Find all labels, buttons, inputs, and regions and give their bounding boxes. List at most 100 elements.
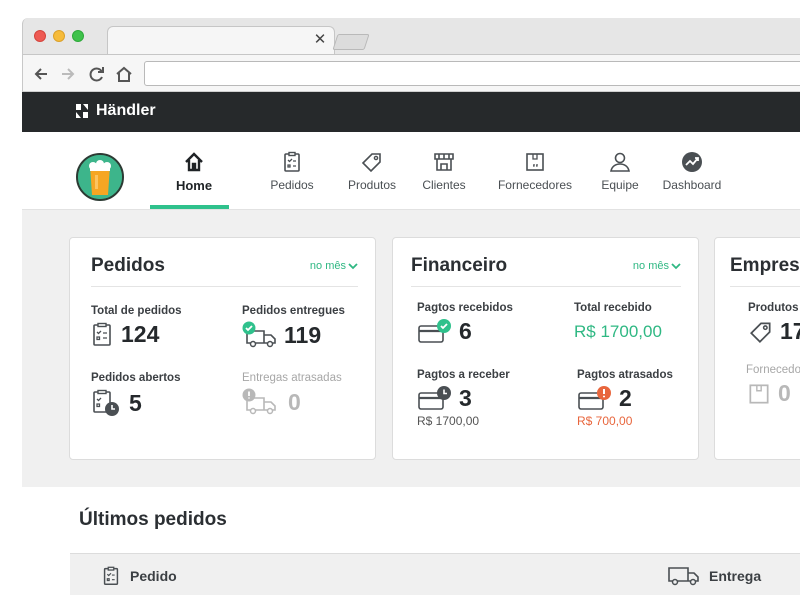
card-paid-icon bbox=[418, 318, 451, 343]
box-icon bbox=[749, 383, 769, 404]
stat-label: Fornecedo bbox=[746, 364, 800, 376]
stat-label: Pagtos a receber bbox=[417, 369, 510, 381]
app-header: Händler bbox=[22, 92, 800, 132]
clipboard-icon bbox=[103, 566, 119, 585]
nav-item-dashboard[interactable]: Dashboard bbox=[662, 150, 722, 192]
brand-logo[interactable]: Händler bbox=[74, 102, 156, 120]
tag-icon bbox=[361, 153, 381, 173]
browser-window-frame: ✕ bbox=[22, 18, 800, 92]
tag-icon bbox=[750, 321, 771, 343]
stat-fornecedores: Fornecedo 0 bbox=[746, 364, 800, 407]
filter-label: no mês bbox=[632, 260, 669, 272]
stat-produtos: Produtos 17 bbox=[748, 302, 800, 345]
stat-pagtos-atrasados: Pagtos atrasados 2 R$ 700,00 bbox=[577, 369, 673, 428]
chart-icon bbox=[682, 152, 702, 172]
card-empresa: Empresa Produtos 17 Fornecedo 0 bbox=[714, 237, 800, 460]
brand-name: Händler bbox=[96, 102, 156, 119]
card-financeiro: Financeiro no mês Pagtos recebidos 6 Tot… bbox=[392, 237, 699, 460]
stat-label: Entregas atrasadas bbox=[242, 372, 342, 384]
stat-amount: R$ 1700,00 bbox=[417, 414, 480, 428]
nav-item-produtos[interactable]: Produtos bbox=[344, 150, 400, 192]
card-pending-icon bbox=[418, 385, 451, 410]
close-window-button[interactable] bbox=[34, 30, 46, 42]
nav-item-pedidos[interactable]: Pedidos bbox=[267, 150, 317, 192]
stat-label: Pagtos recebidos bbox=[417, 302, 513, 314]
stat-value: 5 bbox=[129, 389, 142, 416]
stat-label: Pedidos entregues bbox=[242, 305, 345, 317]
forward-arrow-icon[interactable] bbox=[58, 64, 78, 84]
box-icon bbox=[526, 153, 544, 171]
beer-glass-icon bbox=[78, 155, 122, 199]
stat-amount: R$ 1700,00 bbox=[574, 322, 662, 341]
stat-value: 17 bbox=[780, 318, 800, 344]
minimize-window-button[interactable] bbox=[53, 30, 65, 42]
reload-icon[interactable] bbox=[87, 64, 107, 84]
clipboard-clock-icon bbox=[93, 389, 119, 416]
back-arrow-icon[interactable] bbox=[31, 64, 51, 84]
truck-icon bbox=[668, 567, 699, 586]
main-nav: Home Pedidos Produtos Clientes Fornecedo… bbox=[22, 132, 800, 210]
brand-mark-icon bbox=[76, 104, 88, 118]
clipboard-icon bbox=[93, 322, 111, 346]
home-icon bbox=[185, 152, 203, 172]
stat-value: 6 bbox=[459, 318, 472, 344]
stat-pedidos-abertos: Pedidos abertos 5 bbox=[91, 372, 180, 418]
stat-total-recebido: Total recebido R$ 1700,00 bbox=[574, 302, 662, 342]
stat-pedidos-entregues: Pedidos entregues 119 bbox=[242, 305, 345, 349]
home-browser-icon[interactable] bbox=[114, 64, 134, 84]
new-tab-button[interactable] bbox=[332, 34, 370, 50]
nav-item-clientes[interactable]: Clientes bbox=[421, 150, 467, 192]
stat-label: Produtos bbox=[748, 302, 799, 314]
truck-delivered-icon bbox=[242, 321, 276, 348]
stat-value: 0 bbox=[288, 388, 301, 415]
maximize-window-button[interactable] bbox=[72, 30, 84, 42]
stat-label: Pagtos atrasados bbox=[577, 369, 673, 381]
tab-close-icon[interactable]: ✕ bbox=[312, 32, 328, 48]
period-filter[interactable]: no mês bbox=[633, 260, 681, 272]
divider bbox=[411, 286, 681, 287]
active-tab-indicator bbox=[150, 205, 229, 209]
chevron-down-icon bbox=[348, 263, 358, 270]
period-filter[interactable]: no mês bbox=[310, 260, 358, 272]
stat-value: 2 bbox=[619, 385, 632, 411]
divider bbox=[730, 286, 800, 287]
stat-label: Total recebido bbox=[574, 302, 652, 314]
stat-value: 0 bbox=[778, 380, 791, 406]
avatar[interactable] bbox=[76, 153, 124, 201]
nav-item-label: Fornecedores bbox=[497, 178, 573, 192]
user-icon bbox=[610, 152, 630, 172]
card-title: Pedidos bbox=[91, 255, 165, 276]
stat-label: Total de pedidos bbox=[91, 305, 182, 317]
nav-item-equipe[interactable]: Equipe bbox=[600, 150, 640, 192]
card-title: Financeiro bbox=[411, 255, 508, 276]
stat-amount: R$ 700,00 bbox=[577, 414, 633, 428]
truck-late-icon bbox=[242, 388, 276, 415]
chevron-down-icon bbox=[671, 263, 681, 270]
divider bbox=[91, 286, 358, 287]
stat-total-pedidos: Total de pedidos 124 bbox=[91, 305, 182, 348]
column-header-pedido[interactable]: Pedido bbox=[100, 565, 177, 587]
stat-value: 124 bbox=[121, 321, 160, 347]
card-title: Empresa bbox=[730, 255, 800, 276]
card-pedidos: Pedidos no mês Total de pedidos 124 Pedi… bbox=[69, 237, 376, 460]
nav-item-fornecedores[interactable]: Fornecedores bbox=[497, 150, 573, 192]
stat-pagtos-recebidos: Pagtos recebidos 6 bbox=[417, 302, 513, 345]
nav-item-label: Pedidos bbox=[270, 178, 314, 192]
window-controls bbox=[34, 30, 84, 42]
nav-item-label: Dashboard bbox=[662, 178, 722, 192]
nav-item-label: Clientes bbox=[422, 178, 466, 192]
browser-tab[interactable]: ✕ bbox=[107, 26, 335, 54]
column-label: Pedido bbox=[130, 568, 177, 584]
address-bar[interactable] bbox=[144, 61, 800, 86]
nav-item-home[interactable]: Home bbox=[167, 150, 221, 193]
nav-item-label: Produtos bbox=[347, 178, 397, 192]
card-overdue-icon bbox=[578, 385, 611, 410]
stat-entregas-atrasadas: Entregas atrasadas 0 bbox=[242, 372, 342, 416]
column-header-entrega[interactable]: Entrega bbox=[667, 565, 761, 587]
dashboard-summary: Pedidos no mês Total de pedidos 124 Pedi… bbox=[22, 210, 800, 487]
nav-item-label: Equipe bbox=[601, 178, 639, 192]
stat-label: Pedidos abertos bbox=[91, 372, 181, 384]
orders-table-header: Pedido Entrega bbox=[70, 553, 800, 595]
browser-toolbar bbox=[23, 54, 800, 92]
nav-item-label: Home bbox=[175, 178, 213, 193]
